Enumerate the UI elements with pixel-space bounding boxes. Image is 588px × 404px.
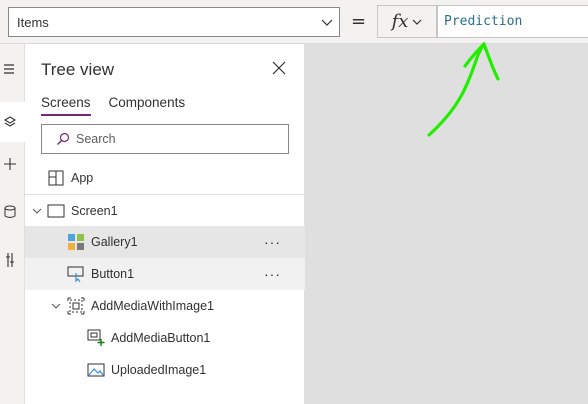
annotation-arrow-icon <box>427 42 500 137</box>
